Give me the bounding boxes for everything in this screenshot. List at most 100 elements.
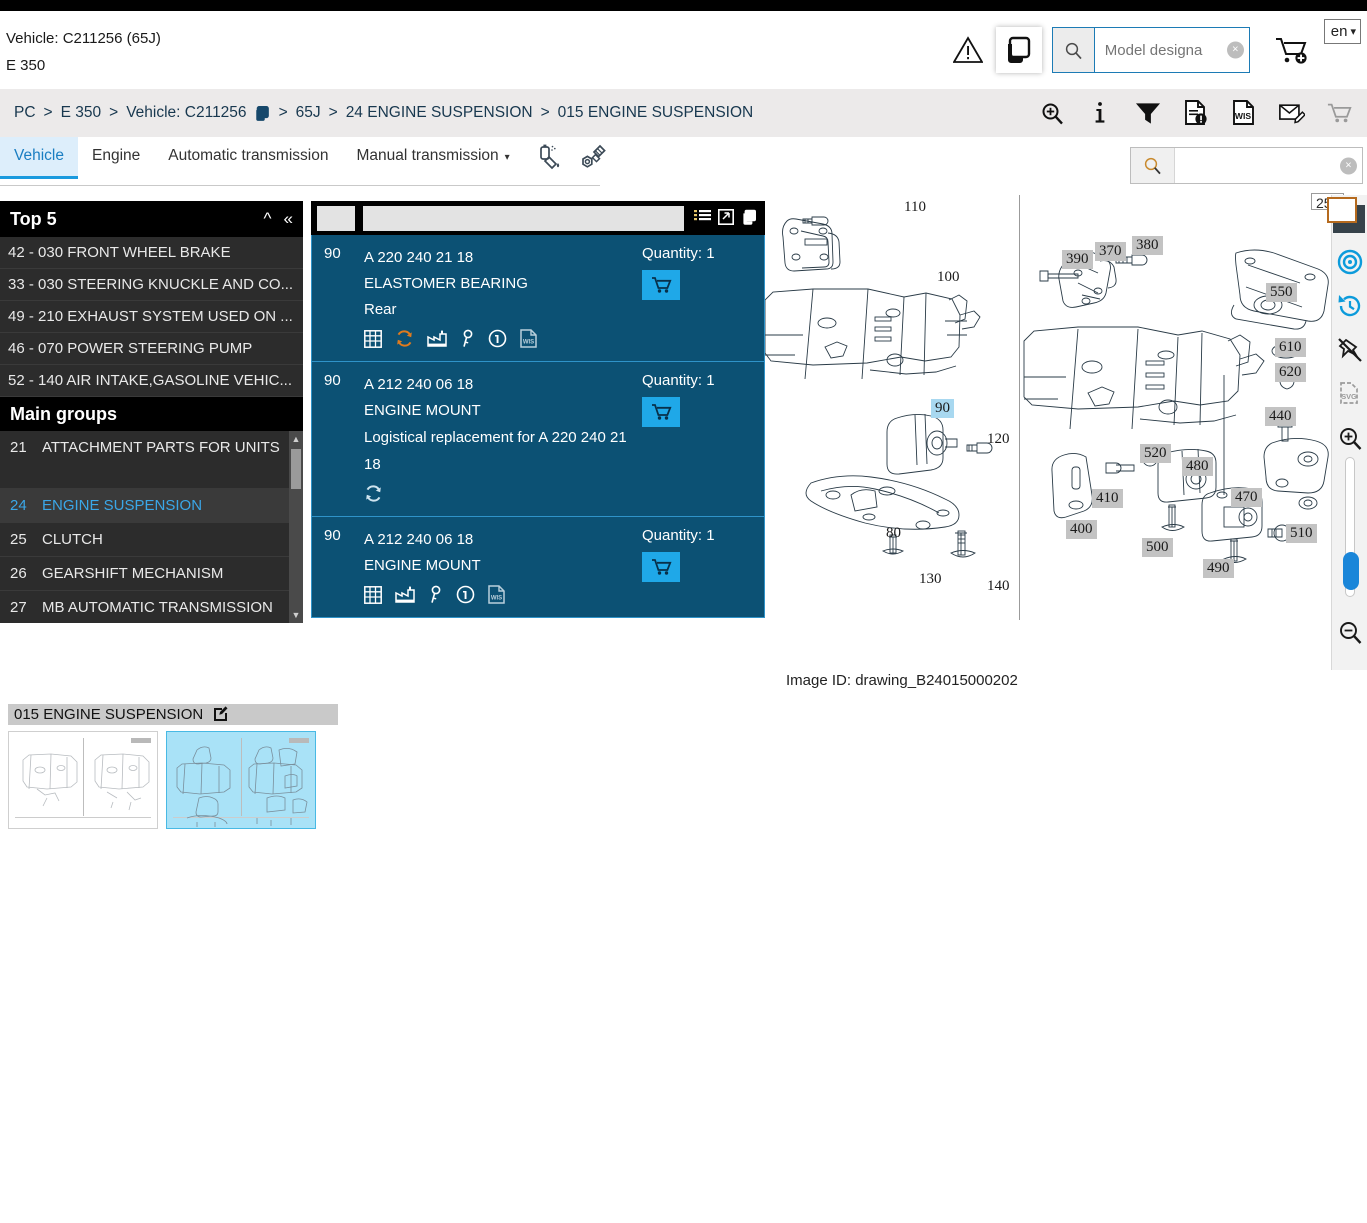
- document-alert-icon[interactable]: [1183, 99, 1209, 127]
- edit-pencil-icon[interactable]: [213, 705, 229, 725]
- breadcrumb-item-0[interactable]: PC: [14, 104, 36, 122]
- filter-funnel-icon[interactable]: [1135, 99, 1161, 127]
- model-search-input[interactable]: [1094, 28, 1249, 72]
- target-center-icon[interactable]: [1332, 240, 1367, 284]
- drawing-label-620: 620: [1275, 363, 1306, 382]
- parts-header-bar[interactable]: [363, 205, 684, 231]
- engine-drawing-thumb-2[interactable]: [166, 731, 316, 829]
- table-grid-icon[interactable]: [364, 585, 382, 607]
- zoom-out-icon[interactable]: [1332, 610, 1367, 654]
- supersession-refresh-icon[interactable]: [364, 484, 383, 506]
- engine-drawing-thumb-1[interactable]: [8, 731, 158, 829]
- breadcrumb-item-4[interactable]: 24 ENGINE SUSPENSION: [346, 104, 533, 122]
- top5-item-1[interactable]: 33 - 030 STEERING KNUCKLE AND CO...: [0, 269, 303, 301]
- drawing-label-90-highlighted[interactable]: 90: [931, 399, 954, 418]
- add-to-cart-button[interactable]: [642, 397, 680, 427]
- part-quantity: Quantity: 1: [642, 245, 752, 262]
- expand-arrow-icon[interactable]: [718, 208, 734, 228]
- drawing-left-illustration: [765, 216, 993, 558]
- fastener-bolt-icon[interactable]: [580, 143, 608, 174]
- zoom-in-icon[interactable]: [1039, 99, 1065, 127]
- clear-parts-search-icon[interactable]: ×: [1340, 157, 1357, 174]
- main-groups-scrollbar[interactable]: ▲ ▼: [289, 431, 303, 623]
- main-group-item-21[interactable]: 21 ATTACHMENT PARTS FOR UNITS: [0, 431, 303, 489]
- copy-duplicate-icon[interactable]: [741, 208, 759, 229]
- parts-header-box[interactable]: [317, 205, 355, 231]
- top5-item-2[interactable]: 49 - 210 EXHAUST SYSTEM USED ON ...: [0, 301, 303, 333]
- breadcrumb-separator: >: [328, 104, 338, 121]
- copy-duplicate-icon[interactable]: [995, 27, 1042, 73]
- drawing-label-440: 440: [1265, 407, 1296, 426]
- info-icon[interactable]: [1087, 99, 1113, 127]
- language-selector[interactable]: en ▾: [1323, 19, 1361, 44]
- zoom-in-icon[interactable]: [1332, 416, 1367, 460]
- scrollbar-thumb[interactable]: [291, 449, 301, 489]
- wis-document-icon[interactable]: WIS: [1231, 99, 1257, 127]
- breadcrumb-separator: >: [278, 104, 288, 121]
- tab-manual-transmission[interactable]: Manual transmission ▾: [342, 137, 523, 179]
- tab-automatic-transmission[interactable]: Automatic transmission: [154, 137, 342, 179]
- breadcrumb-item-2[interactable]: Vehicle: C211256: [126, 104, 246, 122]
- breadcrumb-copy-icon[interactable]: [254, 105, 271, 122]
- info-circle-icon[interactable]: [456, 585, 475, 607]
- technical-drawing-viewer[interactable]: 110 100 90 120 80 130 140 390 370 380 55…: [765, 193, 1367, 620]
- part-quantity: Quantity: 1: [642, 527, 752, 544]
- part-row[interactable]: 90 A 220 240 21 18 ELASTOMER BEARING Rea…: [311, 235, 765, 362]
- add-to-cart-button[interactable]: [642, 552, 680, 582]
- parts-search-box[interactable]: ×: [1130, 147, 1363, 184]
- info-circle-icon[interactable]: [488, 329, 507, 351]
- key-icon[interactable]: [428, 585, 443, 607]
- table-grid-icon[interactable]: [364, 329, 382, 351]
- quantity-value: 1: [706, 245, 715, 262]
- vehicle-info: Vehicle: C211256 (65J) E 350: [6, 25, 161, 79]
- parts-search-input[interactable]: [1175, 148, 1362, 183]
- svg-export-icon[interactable]: SVG: [1332, 372, 1367, 416]
- main-group-item-26[interactable]: 26 GEARSHIFT MECHANISM: [0, 557, 303, 591]
- part-row[interactable]: 90 A 212 240 06 18 ENGINE MOUNT WIS Quan…: [311, 517, 765, 618]
- tab-vehicle[interactable]: Vehicle: [0, 137, 78, 179]
- main-group-item-27[interactable]: 27 MB AUTOMATIC TRANSMISSION: [0, 591, 303, 623]
- part-row[interactable]: 90 A 212 240 06 18 ENGINE MOUNT Logistic…: [311, 362, 765, 517]
- cart-add-icon[interactable]: [1266, 27, 1320, 73]
- top5-item-3[interactable]: 46 - 070 POWER STEERING PUMP: [0, 333, 303, 365]
- zoom-slider[interactable]: [1343, 457, 1359, 597]
- key-icon[interactable]: [460, 329, 475, 351]
- tab-engine[interactable]: Engine: [78, 137, 154, 179]
- drawing-label-380: 380: [1132, 236, 1163, 255]
- clear-search-icon[interactable]: ×: [1226, 41, 1244, 59]
- paint-spray-icon[interactable]: [536, 143, 564, 174]
- main-group-item-25[interactable]: 25 CLUTCH: [0, 523, 303, 557]
- svg-text:WIS: WIS: [491, 596, 502, 602]
- parts-search-field-wrap: ×: [1175, 148, 1362, 183]
- vehicle-id-text: Vehicle: C211256 (65J): [6, 30, 161, 47]
- add-to-cart-button[interactable]: [642, 270, 680, 300]
- warning-triangle-icon[interactable]: [948, 30, 988, 70]
- chevron-up-icon[interactable]: ^: [264, 209, 272, 229]
- factory-icon[interactable]: [427, 330, 447, 350]
- top5-item-4[interactable]: 52 - 140 AIR INTAKE,GASOLINE VEHIC...: [0, 365, 303, 397]
- top5-item-0[interactable]: 42 - 030 FRONT WHEEL BRAKE: [0, 237, 303, 269]
- breadcrumb-item-3[interactable]: 65J: [296, 104, 321, 122]
- top5-header: Top 5 ^ «: [0, 201, 303, 237]
- scroll-up-icon[interactable]: ▲: [289, 431, 303, 447]
- mail-edit-icon[interactable]: [1279, 99, 1305, 127]
- factory-icon[interactable]: [395, 586, 415, 606]
- breadcrumb-item-1[interactable]: E 350: [61, 104, 102, 122]
- scroll-down-icon[interactable]: ▼: [289, 607, 303, 623]
- history-reset-icon[interactable]: [1332, 284, 1367, 328]
- close-window-icon[interactable]: ✕: [1327, 197, 1365, 233]
- drawing-label-610: 610: [1275, 338, 1306, 357]
- breadcrumb-item-5[interactable]: 015 ENGINE SUSPENSION: [558, 104, 754, 122]
- model-search-box[interactable]: ×: [1051, 27, 1250, 73]
- pin-off-icon[interactable]: [1332, 328, 1367, 372]
- wis-document-icon[interactable]: WIS: [488, 585, 505, 607]
- list-view-icon[interactable]: [694, 209, 711, 227]
- wis-document-icon[interactable]: WIS: [520, 329, 537, 351]
- parts-panel: 90 A 220 240 21 18 ELASTOMER BEARING Rea…: [311, 201, 765, 618]
- double-chevron-left-icon[interactable]: «: [284, 209, 293, 229]
- drawing-label-390: 390: [1062, 250, 1093, 269]
- zoom-slider-knob[interactable]: [1343, 552, 1359, 590]
- cart-icon[interactable]: [1327, 99, 1353, 127]
- supersession-refresh-icon[interactable]: [395, 329, 414, 351]
- main-group-item-24[interactable]: 24 ENGINE SUSPENSION: [0, 489, 303, 523]
